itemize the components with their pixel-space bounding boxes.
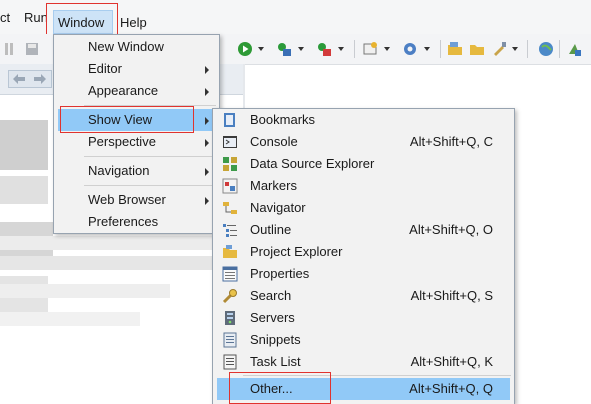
submenu-item-properties[interactable]: Properties [250, 263, 309, 285]
menu-separator [84, 185, 216, 186]
back-arrow-icon[interactable] [12, 73, 26, 88]
menu-run[interactable]: Run [24, 9, 48, 27]
debug-dropdown-icon[interactable] [298, 47, 304, 51]
submenu-item-navigator[interactable]: Navigator [250, 197, 306, 219]
settings-dropdown-icon[interactable] [424, 47, 430, 51]
menu-separator [84, 105, 216, 106]
submenu-item-search[interactable]: Search [250, 285, 291, 307]
submenu-item-data-source-explorer[interactable]: Data Source Explorer [250, 153, 374, 175]
search-icon [222, 288, 238, 304]
submenu-arrow-icon [205, 88, 209, 96]
blurred-content [0, 120, 48, 170]
submenu-item-snippets[interactable]: Snippets [250, 329, 301, 351]
blurred-content [0, 312, 140, 326]
blurred-content [0, 256, 212, 270]
menu-item-preferences[interactable]: Preferences [88, 211, 158, 233]
globe-icon[interactable] [538, 41, 554, 57]
brush-icon[interactable] [491, 41, 507, 57]
menu-item-show-view[interactable]: Show View [88, 109, 152, 131]
menu-project[interactable]: ct [0, 9, 10, 27]
navigator-icon [222, 200, 238, 216]
bookmarks-icon [222, 112, 238, 128]
external-tools-icon[interactable] [316, 41, 332, 57]
submenu-arrow-icon [205, 66, 209, 74]
menu-separator [84, 156, 216, 157]
submenu-shortcut-outline: Alt+Shift+Q, O [409, 222, 493, 237]
markers-icon [222, 178, 238, 194]
properties-icon [222, 266, 238, 282]
menu-bar: ct Run Window Help [0, 0, 591, 38]
perspective-icon[interactable] [566, 41, 582, 57]
submenu-shortcut-task-list: Alt+Shift+Q, K [410, 354, 493, 369]
submenu-item-project-explorer[interactable]: Project Explorer [250, 241, 342, 263]
submenu-arrow-icon [205, 117, 209, 125]
forward-arrow-icon[interactable] [33, 73, 47, 88]
submenu-item-markers[interactable]: Markers [250, 175, 297, 197]
show-view-submenu: Bookmarks Console Alt+Shift+Q, C Data So… [212, 108, 515, 404]
project-explorer-icon [222, 244, 238, 260]
submenu-arrow-icon [205, 139, 209, 147]
submenu-shortcut-other: Alt+Shift+Q, Q [409, 381, 493, 396]
open-folder-2-icon[interactable] [469, 41, 485, 57]
outline-icon [222, 222, 238, 238]
toolbar-separator [527, 40, 528, 58]
menu-window[interactable]: Window [58, 14, 104, 32]
toolbar-separator [559, 40, 560, 58]
submenu-item-other[interactable]: Other... [250, 378, 293, 400]
new-server-dropdown-icon[interactable] [384, 47, 390, 51]
save-all-icon[interactable] [24, 41, 40, 57]
submenu-shortcut-console: Alt+Shift+Q, C [409, 134, 493, 149]
brush-dropdown-icon[interactable] [512, 47, 518, 51]
menu-help[interactable]: Help [120, 14, 147, 32]
submenu-item-servers[interactable]: Servers [250, 307, 295, 329]
submenu-item-bookmarks[interactable]: Bookmarks [250, 109, 315, 131]
menu-item-web-browser[interactable]: Web Browser [88, 189, 166, 211]
submenu-item-outline[interactable]: Outline [250, 219, 291, 241]
window-menu: New Window Editor Appearance Show View P… [53, 34, 220, 234]
submenu-item-console[interactable]: Console [250, 131, 298, 153]
menu-item-navigation[interactable]: Navigation [88, 160, 149, 182]
menu-item-appearance[interactable]: Appearance [88, 80, 158, 102]
menu-item-perspective[interactable]: Perspective [88, 131, 156, 153]
servers-icon [222, 310, 238, 326]
submenu-arrow-icon [205, 168, 209, 176]
external-tools-dropdown-icon[interactable] [338, 47, 344, 51]
menu-separator [243, 375, 511, 376]
task-list-icon [222, 354, 238, 370]
run-icon[interactable] [237, 41, 253, 57]
menu-item-editor[interactable]: Editor [88, 58, 122, 80]
blurred-content [0, 236, 212, 250]
toolbar-separator [354, 40, 355, 58]
data-source-icon [222, 156, 238, 172]
console-icon [222, 134, 238, 150]
run-dropdown-icon[interactable] [258, 47, 264, 51]
settings-gear-icon[interactable] [402, 41, 418, 57]
menu-item-new-window[interactable]: New Window [88, 36, 164, 58]
new-server-icon[interactable] [362, 41, 378, 57]
submenu-item-task-list[interactable]: Task List [250, 351, 301, 373]
blurred-content [0, 284, 170, 298]
toolbar-separator [440, 40, 441, 58]
submenu-arrow-icon [205, 197, 209, 205]
open-folder-icon[interactable] [447, 41, 463, 57]
menu-icon-gutter [54, 35, 82, 233]
toolbar-grip-icon [4, 41, 14, 57]
submenu-shortcut-search: Alt+Shift+Q, S [410, 288, 493, 303]
blurred-content [0, 176, 48, 204]
debug-icon[interactable] [276, 41, 292, 57]
snippets-icon [222, 332, 238, 348]
